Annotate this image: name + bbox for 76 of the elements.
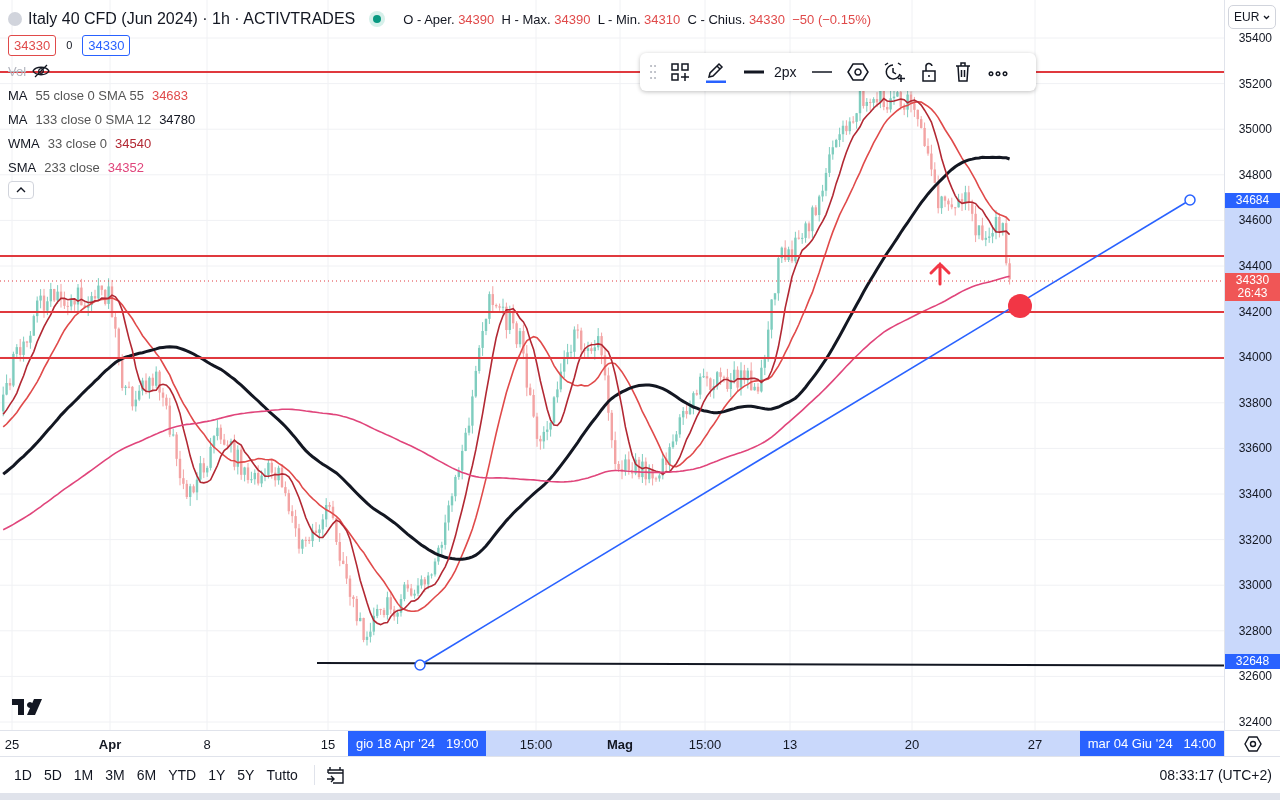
buy-price-button[interactable]: 34330 (82, 34, 131, 56)
indicator-name: SMA (8, 159, 37, 175)
marker-dot (1008, 294, 1032, 318)
range-button[interactable]: 1D (8, 763, 38, 787)
market-status-icon (373, 15, 382, 23)
indicator-name: WMA (8, 135, 40, 151)
range-button[interactable]: Tutto (260, 763, 304, 787)
price-tick: 34400 (1238, 259, 1272, 273)
last-price-label: 34330 26:43 (1225, 273, 1280, 301)
indicator-value: 34352 (107, 159, 144, 175)
range-button[interactable]: 6M (130, 763, 163, 787)
calendar-goto-icon[interactable] (324, 765, 345, 785)
price-label: 32648 (1225, 654, 1280, 669)
spread-value: 0 (66, 39, 73, 51)
sell-price-button[interactable]: 34330 (8, 34, 57, 56)
range-button[interactable]: 3M (99, 763, 131, 787)
time-tick: 25 (4, 737, 20, 752)
price-tick: 32800 (1238, 623, 1272, 638)
time-tick: Mag (607, 737, 633, 752)
range-button[interactable]: 5Y (231, 763, 261, 787)
range-button[interactable]: YTD (162, 763, 203, 787)
symbol-logo-icon (8, 12, 22, 26)
chevron-up-icon (16, 187, 26, 193)
price-tick: 33800 (1238, 395, 1272, 410)
price-tick: 32600 (1238, 669, 1272, 684)
time-tick: 20 (904, 737, 920, 752)
indicator-value: 34540 (115, 135, 152, 151)
indicator-params: 133 close 0 SMA 12 (35, 111, 152, 127)
pencil-icon[interactable] (704, 61, 728, 83)
templates-icon[interactable] (670, 61, 690, 83)
indicator-value: 34780 (159, 111, 196, 127)
settings-icon[interactable] (1243, 734, 1262, 753)
range-button[interactable]: 1M (67, 763, 100, 787)
eye-slash-icon[interactable] (32, 64, 51, 78)
line-width-label[interactable]: 2px (774, 64, 797, 80)
timezone-clock[interactable]: 08:33:17 (UTC+2) (1159, 767, 1272, 783)
indicator-params: 233 close (44, 159, 100, 175)
price-tick: 33000 (1238, 578, 1272, 593)
indicator-value: 34683 (151, 87, 189, 103)
time-tick: 15:00 (519, 737, 553, 752)
brand-logo-icon[interactable] (12, 699, 42, 715)
indicator-name: MA (8, 87, 28, 103)
price-tick: 35400 (1238, 31, 1272, 45)
time-tick: 15:00 (688, 737, 722, 752)
indicator-name: MA (8, 111, 28, 127)
price-tick: 35200 (1238, 76, 1272, 91)
price-tick: 34800 (1238, 167, 1272, 182)
price-tick: 32400 (1238, 715, 1272, 729)
time-tick: 15 (320, 737, 336, 752)
range-start-label: gio 18 Apr '24 19:00 (348, 731, 487, 756)
trend-line[interactable] (414, 194, 1196, 671)
range-end-label: mar 04 Giu '24 14:00 (1079, 731, 1224, 756)
price-tick: 33600 (1238, 441, 1272, 456)
chevron-down-icon (1263, 15, 1271, 21)
currency-dropdown[interactable]: EUR (1228, 5, 1276, 29)
alarm-clock-icon[interactable] (882, 61, 905, 83)
hexagon-settings-icon[interactable] (846, 61, 869, 83)
indicator-params: 55 close 0 SMA 55 (35, 87, 144, 103)
price-tick: 33400 (1238, 487, 1272, 501)
time-tick: Apr (98, 737, 122, 752)
time-tick: 8 (203, 737, 211, 752)
range-button[interactable]: 5D (37, 763, 68, 787)
price-tick: 34600 (1238, 213, 1272, 228)
symbol-title: Italy 40 CFD (Jun 2024) · 1h · ACTIVTRADES (28, 10, 356, 28)
arrow-up-icon (929, 261, 951, 286)
collapse-button[interactable] (8, 181, 34, 199)
range-button[interactable]: 1Y (202, 763, 232, 787)
price-tick: 34000 (1238, 350, 1272, 365)
ohlc-values: O - Aper. 34390 H - Max. 34390 L - Min. 34310 C - Chius. 34330 −50 (−0.15%) (403, 11, 872, 27)
indicator-params: 33 close 0 (47, 135, 108, 151)
price-tick: 34200 (1238, 304, 1272, 319)
price-label: 34684 (1225, 193, 1280, 208)
price-tick: 33200 (1238, 532, 1272, 547)
time-tick: 13 (782, 737, 798, 752)
price-tick: 35000 (1238, 122, 1272, 137)
time-tick: 27 (1027, 737, 1043, 752)
